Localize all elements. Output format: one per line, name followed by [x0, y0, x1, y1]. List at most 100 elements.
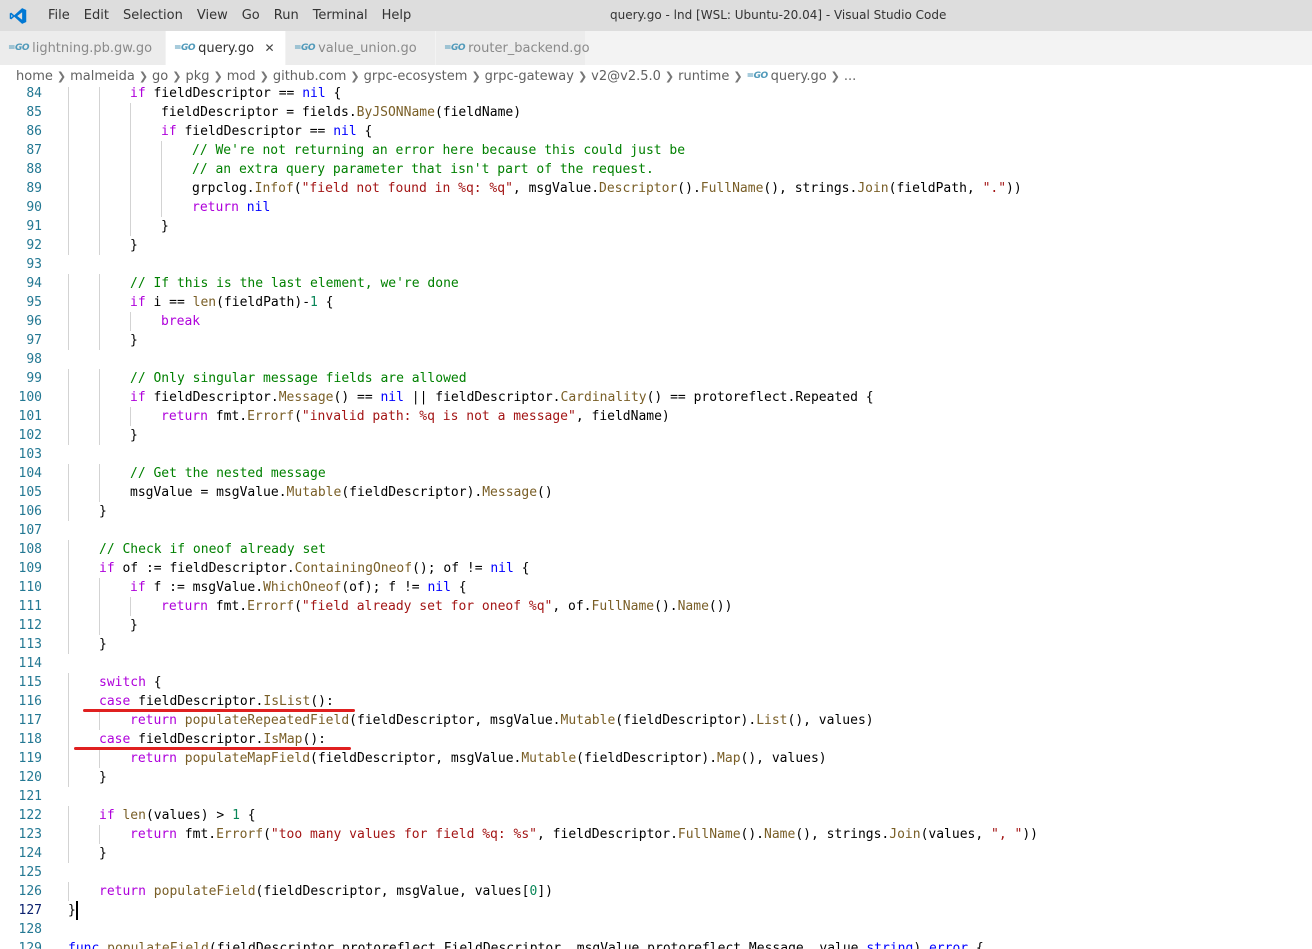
chevron-right-icon: ❯	[56, 69, 67, 83]
code-line[interactable]: 117 return populateRepeatedField(fieldDes…	[0, 711, 1312, 730]
code-line[interactable]: 85 fieldDescriptor = fields.ByJSONName(fi…	[0, 103, 1312, 122]
code-line[interactable]: 96 break	[0, 312, 1312, 331]
chevron-right-icon: ❯	[350, 69, 360, 83]
menu-item-file[interactable]: File	[41, 0, 77, 31]
breadcrumb-item[interactable]: mod	[227, 69, 256, 84]
vscode-logo-icon[interactable]	[7, 5, 29, 27]
indent-guide	[99, 369, 100, 388]
go-file-icon: =GO	[444, 43, 466, 53]
line-number: 107	[18, 523, 42, 538]
menu-item-go[interactable]: Go	[235, 0, 267, 31]
code-line[interactable]: 102}	[0, 426, 1312, 445]
code-line[interactable]: 127}	[0, 901, 1312, 920]
line-number: 103	[18, 447, 42, 462]
line-number: 112	[18, 618, 42, 633]
code-line[interactable]: 92}	[0, 236, 1312, 255]
code-line[interactable]: 84 if fieldDescriptor == nil {	[0, 87, 1312, 103]
indent-guide	[68, 844, 69, 863]
code-line[interactable]: 90 return nil	[0, 198, 1312, 217]
code-line[interactable]: 128	[0, 920, 1312, 939]
breadcrumb-item[interactable]: go	[152, 69, 168, 84]
breadcrumb-item[interactable]: home	[16, 69, 53, 84]
code-line[interactable]: 122 if len(values) > 1 {	[0, 806, 1312, 825]
code-line[interactable]: 115 switch {	[0, 673, 1312, 692]
code-line[interactable]: 123 return fmt.Errorf("too many values fo…	[0, 825, 1312, 844]
indent-guide	[68, 388, 69, 407]
menu-item-run[interactable]: Run	[267, 0, 306, 31]
code-line[interactable]: 119 return populateMapField(fieldDescript…	[0, 749, 1312, 768]
code-line[interactable]: 126 return populateField(fieldDescriptor,…	[0, 882, 1312, 901]
code-line[interactable]: 108 // Check if oneof already set	[0, 540, 1312, 559]
code-line[interactable]: 89 grpclog.Infof("field not found in %q: …	[0, 179, 1312, 198]
tab-value_union-go[interactable]: =GO value_union.go	[286, 31, 436, 65]
code-line[interactable]: 125	[0, 863, 1312, 882]
line-number: 98	[26, 352, 42, 367]
menu-item-help[interactable]: Help	[375, 0, 419, 31]
code-text: // Get the nested message	[130, 466, 326, 481]
indent-guide	[68, 236, 69, 255]
breadcrumb-item[interactable]: v2@v2.5.0	[591, 69, 661, 84]
breadcrumb-item[interactable]: query.go	[771, 69, 827, 84]
code-editor[interactable]: 84 if fieldDescriptor == nil {85 fieldDesc…	[0, 87, 1312, 949]
line-number: 115	[18, 675, 42, 690]
tab-router_backend-go[interactable]: =GO router_backend.go	[436, 31, 590, 65]
code-line[interactable]: 120}	[0, 768, 1312, 787]
code-line[interactable]: 112}	[0, 616, 1312, 635]
code-line[interactable]: 103	[0, 445, 1312, 464]
indent-guide	[68, 597, 69, 616]
code-line[interactable]: 86 if fieldDescriptor == nil {	[0, 122, 1312, 141]
close-icon[interactable]: ✕	[264, 41, 275, 55]
line-number: 97	[26, 333, 42, 348]
indent-guide	[68, 122, 69, 141]
breadcrumb-item[interactable]: pkg	[185, 69, 209, 84]
code-line[interactable]: 97}	[0, 331, 1312, 350]
code-line[interactable]: 94 // If this is the last element, we're …	[0, 274, 1312, 293]
code-line[interactable]: 129 func populateField(fieldDescriptor pr…	[0, 939, 1312, 949]
line-number: 99	[26, 371, 42, 386]
code-line[interactable]: 109 if of := fieldDescriptor.ContainingOn…	[0, 559, 1312, 578]
indent-guide	[68, 673, 69, 692]
code-line[interactable]: 124}	[0, 844, 1312, 863]
code-line[interactable]: 121	[0, 787, 1312, 806]
indent-guide	[99, 616, 100, 635]
code-line[interactable]: 110 if f := msgValue.WhichOneof(of); f !=…	[0, 578, 1312, 597]
code-line[interactable]: 104 // Get the nested message	[0, 464, 1312, 483]
breadcrumb-item[interactable]: malmeida	[70, 69, 135, 84]
code-text: return fmt.Errorf("too many values for f…	[130, 827, 1038, 842]
tab-bar: =GO lightning.pb.gw.go =GO query.go ✕ =GO valu…	[0, 31, 1312, 65]
code-line[interactable]: 95 if i == len(fieldPath)-1 {	[0, 293, 1312, 312]
breadcrumb-item[interactable]: github.com	[273, 69, 347, 84]
breadcrumb-item[interactable]: grpc-gateway	[485, 69, 574, 84]
breadcrumb-item[interactable]: runtime	[678, 69, 729, 84]
red-underline-annotation	[83, 709, 355, 712]
code-line[interactable]: 114	[0, 654, 1312, 673]
code-line[interactable]: 88 // an extra query parameter that isn't…	[0, 160, 1312, 179]
menu-item-terminal[interactable]: Terminal	[306, 0, 375, 31]
chevron-right-icon: ❯	[213, 69, 223, 83]
indent-guide	[99, 103, 100, 122]
code-line[interactable]: 111 return fmt.Errorf("field already set …	[0, 597, 1312, 616]
code-line[interactable]: 99 // Only singular message fields are al…	[0, 369, 1312, 388]
line-number: 129	[18, 941, 42, 949]
tab-lightning-pb-gw-go[interactable]: =GO lightning.pb.gw.go	[0, 31, 166, 65]
code-line[interactable]: 105 msgValue = msgValue.Mutable(fieldDesc…	[0, 483, 1312, 502]
code-line[interactable]: 113}	[0, 635, 1312, 654]
code-line[interactable]: 91}	[0, 217, 1312, 236]
code-line[interactable]: 101 return fmt.Errorf("invalid path: %q i…	[0, 407, 1312, 426]
breadcrumb-item[interactable]: ...	[844, 69, 856, 84]
menu-item-edit[interactable]: Edit	[77, 0, 116, 31]
menu-item-selection[interactable]: Selection	[116, 0, 190, 31]
code-line[interactable]: 107	[0, 521, 1312, 540]
code-line[interactable]: 93	[0, 255, 1312, 274]
breadcrumb-item[interactable]: grpc-ecosystem	[364, 69, 468, 84]
code-line[interactable]: 106}	[0, 502, 1312, 521]
code-text: // Check if oneof already set	[99, 542, 326, 557]
line-number: 86	[26, 124, 42, 139]
code-line[interactable]: 87 // We're not returning an error here b…	[0, 141, 1312, 160]
menu-item-view[interactable]: View	[190, 0, 235, 31]
code-text: if of := fieldDescriptor.ContainingOneof…	[99, 561, 530, 576]
line-number: 104	[18, 466, 42, 481]
tab-query-go[interactable]: =GO query.go ✕	[166, 31, 286, 65]
code-line[interactable]: 100 if fieldDescriptor.Message() == nil |…	[0, 388, 1312, 407]
code-line[interactable]: 98	[0, 350, 1312, 369]
